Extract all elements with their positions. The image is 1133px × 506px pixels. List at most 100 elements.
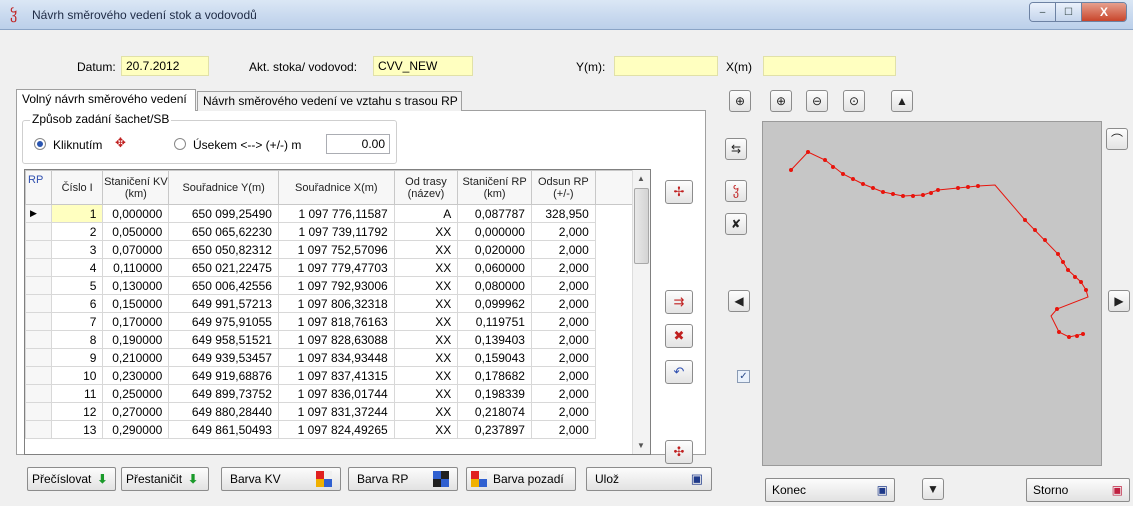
minimize-button[interactable]: –: [1030, 3, 1056, 21]
pan-up-button[interactable]: ▲: [891, 90, 913, 112]
table-cell[interactable]: 2,000: [530, 258, 596, 277]
table-cell[interactable]: 0,070000: [102, 240, 170, 259]
datum-field[interactable]: 20.7.2012: [121, 56, 209, 76]
table-cell[interactable]: 1 097 818,76163: [277, 312, 395, 331]
zoom-out-button[interactable]: ⊖: [806, 90, 828, 112]
table-cell[interactable]: 2,000: [530, 420, 596, 439]
table-cell[interactable]: 13: [50, 420, 104, 439]
row-header[interactable]: [25, 420, 52, 439]
table-cell[interactable]: 649 899,73752: [168, 384, 279, 403]
table-cell[interactable]: 650 065,62230: [168, 222, 279, 241]
table-row[interactable]: 13 0,290000 649 861,50493 1 097 824,49265 XX…: [25, 420, 650, 439]
table-cell[interactable]: 0,130000: [102, 276, 170, 295]
table-row[interactable]: 9 0,210000 649 939,53457 1 097 834,93448 XX 0…: [25, 348, 650, 367]
col-souradnice-y[interactable]: Souřadnice Y(m): [168, 170, 279, 205]
row-header[interactable]: [25, 258, 52, 277]
table-cell[interactable]: 1 097 752,57096: [277, 240, 395, 259]
table-cell[interactable]: 649 919,68876: [168, 366, 279, 385]
col-cislo[interactable]: Číslo I: [50, 170, 104, 205]
table-cell[interactable]: 0,250000: [102, 384, 170, 403]
zoom-in-button[interactable]: ⊕: [770, 90, 792, 112]
table-cell[interactable]: 2,000: [530, 294, 596, 313]
table-cell[interactable]: 8: [50, 330, 104, 349]
table-cell[interactable]: 12: [50, 402, 104, 421]
table-cell[interactable]: 0,178682: [457, 366, 532, 385]
table-cell[interactable]: 0,000000: [457, 222, 532, 241]
maximize-button[interactable]: ☐: [1056, 3, 1082, 21]
row-header[interactable]: [25, 276, 52, 295]
table-cell[interactable]: 2,000: [530, 222, 596, 241]
table-cell[interactable]: 1 097 831,37244: [277, 402, 395, 421]
table-cell[interactable]: 0,080000: [457, 276, 532, 295]
add-point-button[interactable]: ✢: [665, 180, 693, 204]
pan-down-button[interactable]: ▼: [922, 478, 944, 500]
pan-left-button[interactable]: ◀: [728, 290, 750, 312]
end-button[interactable]: Konec ▣: [765, 478, 895, 502]
table-cell[interactable]: 649 958,51521: [168, 330, 279, 349]
col-odsun-rp[interactable]: Odsun RP (+/-): [530, 170, 596, 205]
table-cell[interactable]: 2: [50, 222, 104, 241]
close-button[interactable]: X: [1082, 3, 1126, 21]
table-cell[interactable]: 0,270000: [102, 402, 170, 421]
y-field[interactable]: [614, 56, 718, 76]
table-cell[interactable]: 0,237897: [457, 420, 532, 439]
table-row[interactable]: 3 0,070000 650 050,82312 1 097 752,57096 XX 0…: [25, 240, 650, 259]
table-row[interactable]: 10 0,230000 649 919,68876 1 097 837,41315 XX…: [25, 366, 650, 385]
table-cell[interactable]: 11: [50, 384, 104, 403]
table-cell[interactable]: 10: [50, 366, 104, 385]
table-cell[interactable]: 2,000: [530, 240, 596, 259]
table-cell[interactable]: XX: [393, 294, 459, 313]
color-rp-button[interactable]: Barva RP: [348, 467, 458, 491]
table-cell[interactable]: XX: [393, 348, 459, 367]
renumber-button[interactable]: Přečíslovat ⬇: [27, 467, 116, 491]
clear-drawing-button[interactable]: ✘: [725, 213, 747, 235]
table-cell[interactable]: 650 006,42556: [168, 276, 279, 295]
table-cell[interactable]: 328,950: [530, 204, 596, 223]
col-staniceni-kv[interactable]: Staničení KV (km): [102, 170, 170, 205]
table-cell[interactable]: 0,099962: [457, 294, 532, 313]
table-cell[interactable]: A: [393, 204, 459, 223]
table-cell[interactable]: 1 097 824,49265: [277, 420, 395, 439]
undo-button[interactable]: ↶: [665, 360, 693, 384]
table-row[interactable]: 8 0,190000 649 958,51521 1 097 828,63088 XX 0…: [25, 330, 650, 349]
table-cell[interactable]: 1 097 837,41315: [277, 366, 395, 385]
scrollbar-thumb[interactable]: [634, 188, 649, 264]
table-cell[interactable]: XX: [393, 312, 459, 331]
insert-row-button[interactable]: ⇉: [665, 290, 693, 314]
table-cell[interactable]: XX: [393, 366, 459, 385]
table-cell[interactable]: 650 099,25490: [168, 204, 279, 223]
row-header[interactable]: [25, 222, 52, 241]
table-cell[interactable]: XX: [393, 402, 459, 421]
table-cell[interactable]: 0,000000: [102, 204, 170, 223]
table-cell[interactable]: 2,000: [530, 366, 596, 385]
table-row[interactable]: 7 0,170000 649 975,91055 1 097 818,76163 XX 0…: [25, 312, 650, 331]
row-header[interactable]: [25, 402, 52, 421]
table-cell[interactable]: 1 097 776,11587: [277, 204, 395, 223]
table-cell[interactable]: XX: [393, 420, 459, 439]
table-cell[interactable]: 0,159043: [457, 348, 532, 367]
table-cell[interactable]: 650 021,22475: [168, 258, 279, 277]
table-cell[interactable]: XX: [393, 384, 459, 403]
table-cell[interactable]: 7: [50, 312, 104, 331]
radio-click[interactable]: [34, 138, 46, 150]
table-cell[interactable]: 649 991,57213: [168, 294, 279, 313]
table-cell[interactable]: 5: [50, 276, 104, 295]
table-cell[interactable]: XX: [393, 258, 459, 277]
table-row[interactable]: 5 0,130000 650 006,42556 1 097 792,93006 XX 0…: [25, 276, 650, 295]
row-header[interactable]: [25, 312, 52, 331]
table-cell[interactable]: XX: [393, 222, 459, 241]
x-field[interactable]: [763, 56, 896, 76]
table-cell[interactable]: 650 050,82312: [168, 240, 279, 259]
view-options-button[interactable]: ⌒: [1106, 128, 1128, 150]
table-cell[interactable]: 0,210000: [102, 348, 170, 367]
table-cell[interactable]: 2,000: [530, 384, 596, 403]
table-cell[interactable]: 1 097 739,11792: [277, 222, 395, 241]
table-cell[interactable]: 1 097 792,93006: [277, 276, 395, 295]
table-cell[interactable]: 6: [50, 294, 104, 313]
table-cell[interactable]: 4: [50, 258, 104, 277]
row-header[interactable]: [25, 348, 52, 367]
table-cell[interactable]: 0,190000: [102, 330, 170, 349]
table-cell[interactable]: 0,119751: [457, 312, 532, 331]
color-background-button[interactable]: Barva pozadí: [466, 467, 576, 491]
table-cell[interactable]: 2,000: [530, 402, 596, 421]
